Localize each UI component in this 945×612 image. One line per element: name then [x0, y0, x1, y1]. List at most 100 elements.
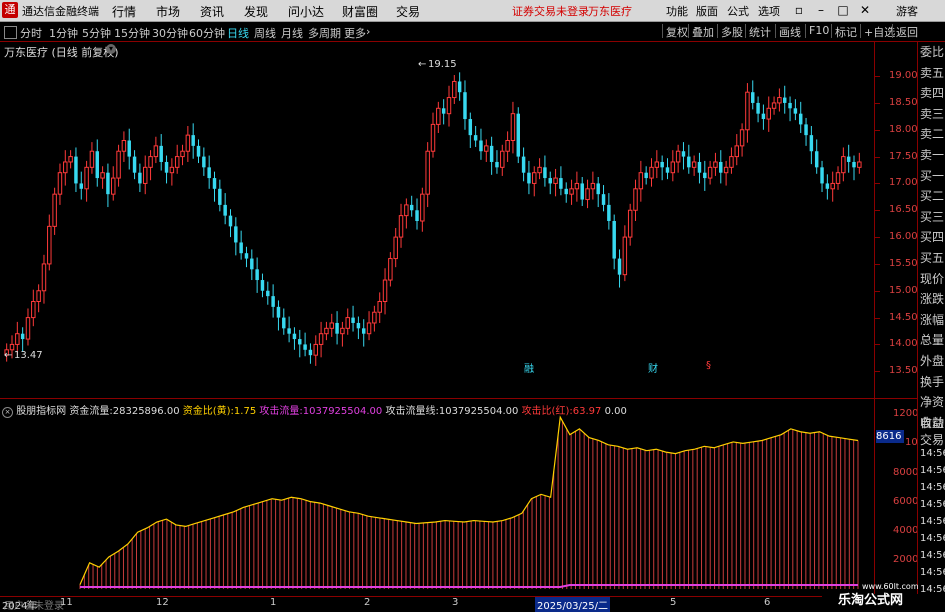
- tab-60min[interactable]: 60分钟: [189, 25, 225, 41]
- indicator-close-icon[interactable]: ×: [2, 407, 13, 418]
- period-toolbar: 分时 1分钟 5分钟 15分钟 30分钟 60分钟 日线 周线 月线 多周期 更…: [0, 22, 945, 42]
- indicator-tick: 4000: [893, 524, 919, 536]
- candle: [713, 161, 718, 168]
- candle: [739, 129, 745, 147]
- candle: [121, 140, 127, 152]
- indicator-tick: 6000: [893, 495, 919, 507]
- candle: [841, 156, 846, 174]
- price-tick: 17.50: [889, 150, 918, 162]
- indicator-tick: 2000: [893, 553, 919, 565]
- candle: [430, 123, 436, 152]
- multi-stock-button[interactable]: 多股: [717, 24, 746, 39]
- login-status[interactable]: 证券交易未登录: [512, 3, 589, 19]
- fund-flow-value: 28325896.00: [112, 406, 180, 417]
- overlay-button[interactable]: 叠加: [688, 24, 717, 39]
- user-name[interactable]: 游客: [896, 3, 918, 19]
- back-button[interactable]: 返回: [892, 24, 921, 39]
- high-arrow-icon: ←: [418, 59, 427, 70]
- tab-multi-period[interactable]: 多周期: [308, 25, 341, 41]
- menu-bar: 通 通达信金融终端 行情 市场 资讯 发现 问小达 财富圈 交易 证券交易未登录…: [0, 0, 945, 22]
- menu-hangqing[interactable]: 行情: [112, 3, 136, 20]
- menu-caifuquan[interactable]: 财富圈: [342, 3, 378, 20]
- checkbox-icon[interactable]: [4, 26, 17, 39]
- low-arrow-icon: ←: [4, 350, 13, 361]
- mark-button[interactable]: 标记: [831, 24, 860, 39]
- indicator-name[interactable]: 股朋指标网: [16, 406, 66, 417]
- chevron-right-icon[interactable]: ›: [366, 25, 370, 38]
- candle: [484, 145, 489, 152]
- candle: [180, 150, 185, 158]
- menu-faxian[interactable]: 发现: [244, 3, 268, 20]
- candle: [537, 166, 542, 174]
- candle: [766, 107, 771, 120]
- quote-field-label: 总量: [920, 333, 945, 348]
- trade-time: 14:56: [920, 448, 945, 459]
- price-tick: 14.00: [889, 338, 918, 350]
- f10-button[interactable]: F10: [805, 24, 832, 38]
- tab-5min[interactable]: 5分钟: [82, 25, 111, 41]
- candle: [89, 150, 95, 168]
- menu-wenxiaoda[interactable]: 问小达: [288, 3, 324, 20]
- finance-marker[interactable]: 财: [648, 360, 658, 375]
- candlestick-chart[interactable]: [0, 42, 874, 398]
- menu-shichang[interactable]: 市场: [156, 3, 180, 20]
- tab-monthly[interactable]: 月线: [281, 25, 303, 41]
- tab-fenshi[interactable]: 分时: [20, 25, 42, 41]
- price-tick-mark: [875, 371, 880, 373]
- menu-jiaoyi[interactable]: 交易: [396, 3, 420, 20]
- candle: [510, 113, 516, 141]
- price-tick-mark: [875, 237, 880, 239]
- margin-marker[interactable]: 融: [524, 360, 534, 375]
- close-icon[interactable]: ✕: [856, 2, 874, 18]
- candle: [84, 166, 89, 190]
- menu-zixun[interactable]: 资讯: [200, 3, 224, 20]
- candle: [473, 135, 478, 141]
- crosshair-date: 2025/03/25/二: [535, 597, 611, 612]
- menu-gongshi[interactable]: 公式: [727, 3, 749, 19]
- tab-30min[interactable]: 30分钟: [152, 25, 188, 41]
- candle: [468, 119, 473, 136]
- tab-daily[interactable]: 日线: [227, 25, 249, 41]
- restore-icon[interactable]: ▫: [790, 2, 808, 18]
- quote-field-label: 买一: [920, 168, 945, 183]
- candle: [313, 343, 318, 356]
- price-tick: 13.50: [889, 365, 918, 377]
- candle: [782, 97, 787, 103]
- candle: [846, 156, 851, 162]
- candle: [345, 317, 350, 329]
- menu-banmian[interactable]: 版面: [696, 3, 718, 19]
- menu-gongneng[interactable]: 功能: [666, 3, 688, 19]
- quote-panel: 委比 卖五 卖四 卖三 卖二 卖一 买一 买二 买三 买四 买五 现价 涨跌 涨幅 总量 外盘 换手 净资 收益 自动…: [917, 42, 945, 609]
- trade-time: 14:56: [920, 533, 945, 544]
- tab-1min[interactable]: 1分钟: [49, 25, 78, 41]
- candle: [202, 156, 206, 168]
- menu-xuanxiang[interactable]: 选项: [758, 3, 780, 19]
- candle: [596, 183, 600, 195]
- quote-field-label: 换手: [920, 374, 945, 389]
- fund-ratio-label: 资金比(黄):: [182, 406, 234, 417]
- maximize-icon[interactable]: □: [834, 2, 852, 18]
- tab-weekly[interactable]: 周线: [254, 25, 276, 41]
- candle: [723, 166, 729, 174]
- candle: [271, 296, 275, 307]
- candle: [612, 221, 616, 259]
- candle: [771, 102, 777, 109]
- candle: [393, 236, 398, 260]
- candle: [665, 167, 670, 173]
- draw-line-button[interactable]: 画线: [775, 24, 804, 39]
- indicator-chart[interactable]: [0, 399, 874, 596]
- minimize-icon[interactable]: –: [812, 2, 830, 18]
- fuquan-button[interactable]: 复权: [662, 24, 691, 39]
- stats-button[interactable]: 统计: [745, 24, 774, 39]
- candle: [617, 258, 622, 275]
- candle: [777, 97, 782, 104]
- trade-time: 14:56: [920, 465, 945, 476]
- trade-time: 14:56: [920, 567, 945, 578]
- candle: [404, 204, 409, 217]
- tab-15min[interactable]: 15分钟: [114, 25, 150, 41]
- candle: [559, 178, 563, 189]
- chevron-down-icon[interactable]: ▾: [106, 44, 116, 54]
- tab-more[interactable]: 更多: [344, 25, 366, 41]
- info-marker[interactable]: §: [706, 360, 711, 371]
- candle: [804, 124, 808, 136]
